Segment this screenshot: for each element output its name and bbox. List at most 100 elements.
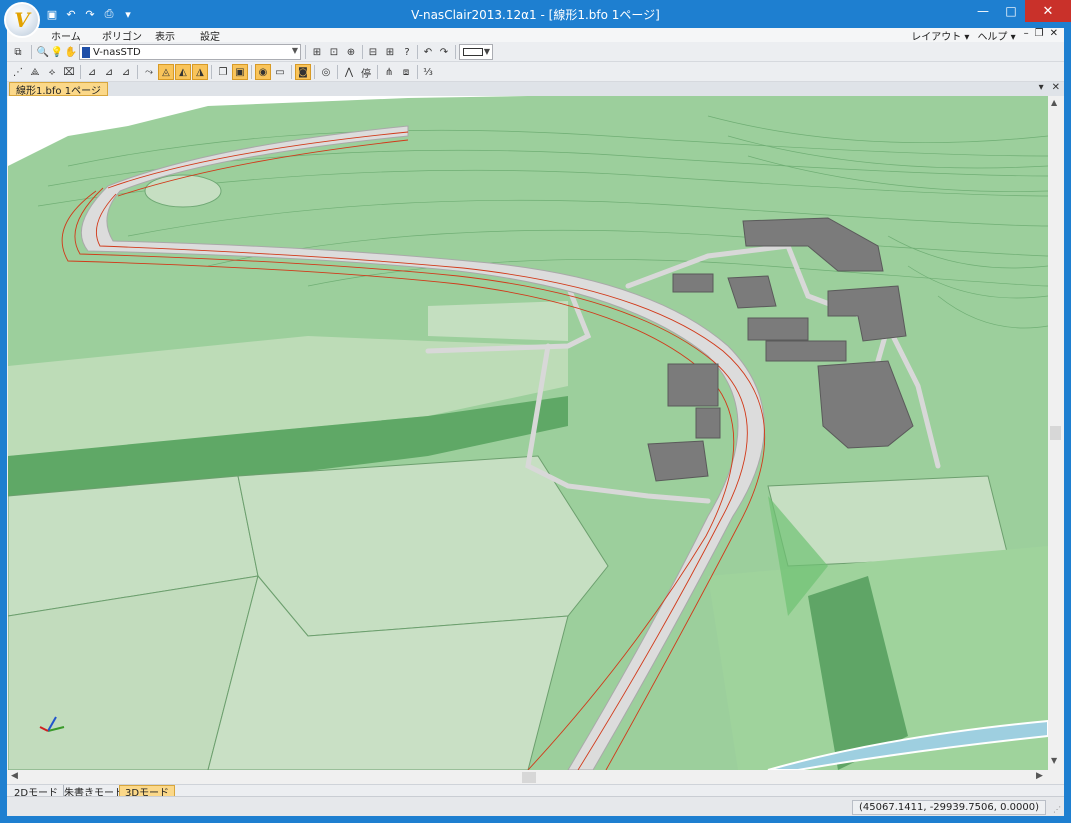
frame-icon[interactable]: ▭	[272, 64, 288, 80]
section-edit-icon[interactable]: ⊿	[101, 64, 117, 80]
surface-edit-icon[interactable]: ◮	[192, 64, 208, 80]
surface-tool-icon[interactable]: ◭	[175, 64, 191, 80]
chevron-down-icon: ▼	[483, 47, 490, 56]
app-logo[interactable]: V	[4, 2, 40, 38]
snap-icon[interactable]: ◉	[255, 64, 271, 80]
mesh-tool-icon[interactable]: ⟡	[44, 64, 60, 80]
layer-manager-icon[interactable]: ⧉	[10, 44, 26, 60]
toolbar-primary: ⧉ 🔍 💡 ✋ V-nasSTD ▼ ⊞ ⊡ ⊕ ⊟ ⊞ ? ↶ ↷ ▼	[7, 42, 1064, 62]
terrain-tool-icon[interactable]: ◬	[158, 64, 174, 80]
separator	[31, 45, 32, 59]
scroll-up-icon[interactable]: ▲	[1051, 98, 1057, 107]
separator	[137, 65, 138, 79]
separator	[251, 65, 252, 79]
zoom-out-icon[interactable]: ⊟	[365, 44, 381, 60]
zoom-in-icon[interactable]: ⊞	[382, 44, 398, 60]
separator	[80, 65, 81, 79]
section-delete-icon[interactable]: ⊿	[118, 64, 134, 80]
maximize-button[interactable]: □	[997, 0, 1025, 22]
separator	[211, 65, 212, 79]
building	[672, 273, 714, 293]
measure-icon[interactable]: ⅓	[420, 64, 436, 80]
vertical-scrollbar[interactable]: ▲ ▼	[1048, 96, 1063, 770]
building	[667, 363, 719, 407]
eye-icon[interactable]: ◎	[318, 64, 334, 80]
coordinate-readout: (45067.1411, -29939.7506, 0.0000)	[852, 800, 1046, 815]
resize-grip-icon[interactable]: ⋰	[1053, 805, 1061, 814]
mdi-restore-button[interactable]: ❐	[1035, 28, 1044, 43]
vertical-scroll-thumb[interactable]	[1050, 426, 1061, 440]
tab-settings[interactable]: 設定	[200, 28, 220, 43]
scroll-right-icon[interactable]: ▶	[1036, 771, 1043, 781]
document-controls: ▾ ✕	[1039, 82, 1060, 93]
layer-name: V-nasSTD	[93, 46, 141, 58]
building	[747, 317, 809, 341]
minimize-button[interactable]: —	[969, 0, 997, 22]
separator	[417, 65, 418, 79]
document-list-button[interactable]: ▾	[1039, 82, 1044, 93]
separator	[314, 65, 315, 79]
alignment-tool-icon[interactable]: ⤳	[141, 64, 157, 80]
hilltop-clearing	[144, 174, 222, 208]
mdi-minimize-button[interactable]: –	[1024, 28, 1029, 43]
separator	[305, 45, 306, 59]
horizontal-scroll-thumb[interactable]	[522, 772, 536, 783]
copy-object-icon[interactable]: ❐	[215, 64, 231, 80]
window-controls: — □ ✕	[969, 0, 1071, 22]
scroll-down-icon[interactable]: ▼	[1051, 756, 1057, 765]
separator	[455, 45, 456, 59]
zoom-realtime-icon[interactable]: ⊕	[343, 44, 359, 60]
zoom-extents-icon[interactable]: ⊞	[309, 44, 325, 60]
ribbon-tab-bar: ホーム ポリゴン 表示 設定 レイアウト ▾ ヘルプ ▾ – ❐ ✕	[7, 28, 1064, 43]
layer-color-swatch	[82, 46, 90, 58]
separator	[291, 65, 292, 79]
help-menu[interactable]: ヘルプ ▾	[977, 28, 1015, 43]
lower-field	[237, 455, 609, 637]
pan-hand-icon[interactable]: ✋	[63, 44, 79, 60]
section-tool-icon[interactable]: ⊿	[84, 64, 100, 80]
menu-right: レイアウト ▾ ヘルプ ▾ – ❐ ✕	[911, 28, 1058, 43]
undo-view-icon[interactable]: ↶	[420, 44, 436, 60]
terrace-field	[428, 301, 568, 341]
document-tab[interactable]: 線形1.bfo 1ページ	[9, 82, 108, 97]
select-object-icon[interactable]: ▣	[232, 64, 248, 80]
light-tool-icon[interactable]: ⋔	[381, 64, 397, 80]
tab-view[interactable]: 表示	[155, 28, 175, 43]
title-bar: V ▣ ↶ ↷ ⎙ ▾ V-nasClair2013.12α1 - [線形1.b…	[0, 0, 1071, 38]
color-swatch	[463, 48, 483, 56]
node-tool-icon[interactable]: ⟁	[27, 64, 43, 80]
document-tab-bar: 線形1.bfo 1ページ ▾ ✕	[7, 82, 1064, 97]
camera-icon[interactable]: ◙	[295, 64, 311, 80]
mesh-delete-icon[interactable]: ⌧	[61, 64, 77, 80]
mdi-close-button[interactable]: ✕	[1050, 28, 1058, 43]
tab-polygon[interactable]: ポリゴン	[102, 28, 142, 43]
separator	[377, 65, 378, 79]
stop-icon[interactable]: 停	[358, 64, 374, 80]
scroll-left-icon[interactable]: ◀	[11, 771, 18, 781]
main-area: ホーム ポリゴン 表示 設定 レイアウト ▾ ヘルプ ▾ – ❐ ✕ ⧉ 🔍 💡…	[7, 28, 1064, 816]
window-title: V-nasClair2013.12α1 - [線形1.bfo 1ページ]	[411, 8, 660, 22]
separator	[417, 45, 418, 59]
app-window: V ▣ ↶ ↷ ⎙ ▾ V-nasClair2013.12α1 - [線形1.b…	[0, 0, 1071, 823]
tab-home[interactable]: ホーム	[51, 28, 81, 43]
building	[647, 440, 709, 482]
toolbar-secondary: ⋰ ⟁ ⟡ ⌧ ⊿ ⊿ ⊿ ⤳ ◬ ◭ ◮ ❐ ▣ ◉ ▭ ◙ ◎ ⋀ 停 ⋔ …	[7, 62, 1064, 82]
screen-capture-icon[interactable]: ⧈	[398, 64, 414, 80]
chevron-down-icon: ▼	[291, 46, 298, 55]
separator	[337, 65, 338, 79]
3d-viewport[interactable]	[8, 96, 1048, 770]
walkthrough-icon[interactable]: ⋀	[341, 64, 357, 80]
terrain-scene	[8, 96, 1048, 770]
close-button[interactable]: ✕	[1025, 0, 1071, 22]
redo-view-icon[interactable]: ↷	[436, 44, 452, 60]
document-close-button[interactable]: ✕	[1052, 82, 1060, 93]
layout-menu[interactable]: レイアウト ▾	[911, 28, 969, 43]
color-select[interactable]: ▼	[459, 44, 493, 60]
status-bar: (45067.1411, -29939.7506, 0.0000) ⋰	[7, 796, 1064, 816]
layer-select[interactable]: V-nasSTD ▼	[79, 44, 301, 60]
separator	[362, 45, 363, 59]
building	[765, 340, 847, 362]
grid-tool-icon[interactable]: ⋰	[10, 64, 26, 80]
help-query-icon[interactable]: ?	[399, 44, 415, 60]
zoom-window-icon[interactable]: ⊡	[326, 44, 342, 60]
